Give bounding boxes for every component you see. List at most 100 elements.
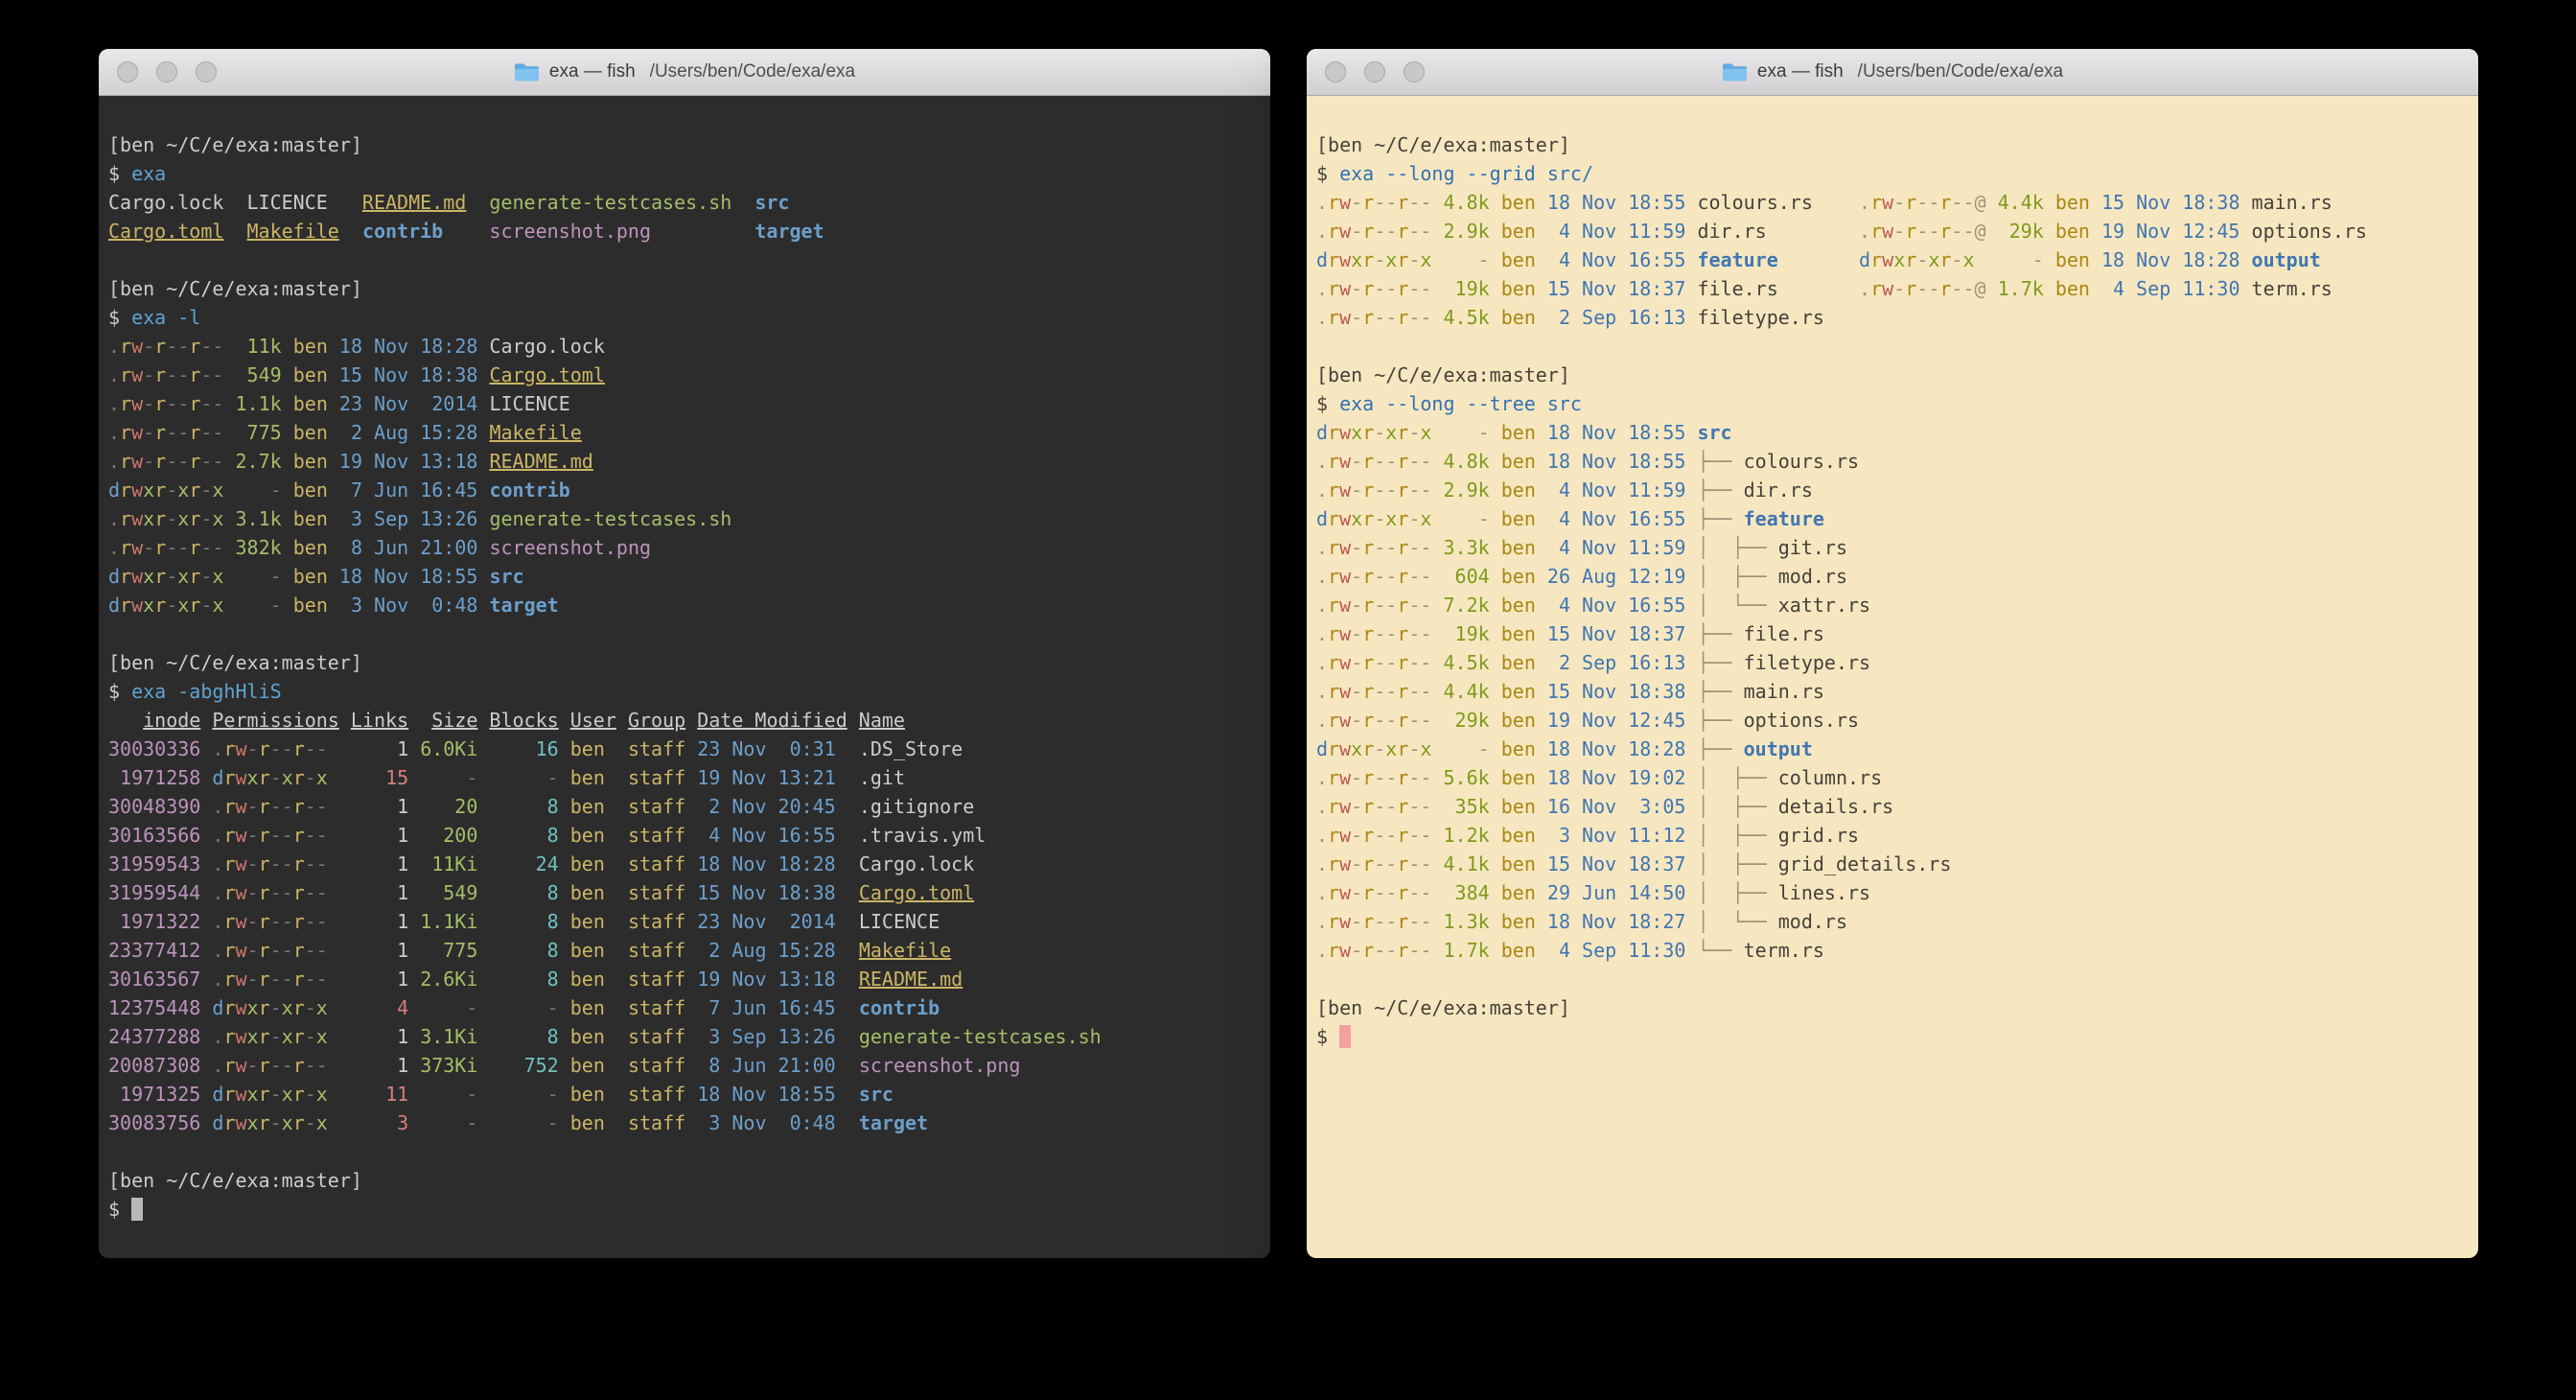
zoom-button[interactable] bbox=[1404, 61, 1425, 82]
permission-char: r bbox=[1397, 277, 1408, 300]
permission-char: w bbox=[1339, 939, 1351, 962]
text-span bbox=[559, 1054, 570, 1077]
permission-char: - bbox=[143, 363, 154, 386]
text-span bbox=[685, 852, 697, 875]
permission-char: - bbox=[1893, 191, 1905, 214]
text-span: Name bbox=[859, 709, 905, 732]
minimize-button[interactable] bbox=[156, 61, 177, 82]
text-span bbox=[1536, 737, 1547, 760]
minimize-button[interactable] bbox=[1364, 61, 1385, 82]
permission-char: - bbox=[1408, 737, 1420, 760]
permission-char: r bbox=[1362, 421, 1374, 444]
terminal-content[interactable]: [ben ~/C/e/exa:master]$ exa --long --gri… bbox=[1307, 96, 2478, 1258]
permission-char: r bbox=[189, 335, 200, 358]
titlebar[interactable]: exa — fish /Users/ben/Code/exa/exa bbox=[1307, 49, 2478, 96]
text-span: grid.rs bbox=[1778, 824, 1859, 847]
permission-char: - bbox=[316, 795, 328, 818]
permission-char: r bbox=[1362, 507, 1374, 530]
text-span: 18 Nov 18:28 bbox=[2101, 248, 2240, 271]
text-span: 1971322 bbox=[108, 910, 200, 933]
zoom-button[interactable] bbox=[196, 61, 217, 82]
permission-char: r bbox=[259, 737, 270, 760]
text-span bbox=[2240, 248, 2252, 271]
text-span: screenshot.png bbox=[489, 536, 651, 559]
text-span: 2.6Ki bbox=[420, 968, 477, 991]
text-span: 2 Nov 20:45 bbox=[697, 795, 836, 818]
permission-char: . bbox=[1859, 220, 1870, 243]
text-span: Cargo.toml bbox=[108, 220, 223, 243]
command-text: exa bbox=[131, 162, 166, 185]
permission-char: w bbox=[131, 392, 143, 415]
permission-char: r bbox=[189, 363, 200, 386]
permission-char: - bbox=[1385, 594, 1397, 617]
text-span bbox=[685, 766, 697, 789]
text-span bbox=[2044, 248, 2055, 271]
text-span bbox=[200, 709, 212, 732]
text-span: staff bbox=[628, 1054, 685, 1077]
text-span bbox=[200, 766, 212, 789]
text-span bbox=[836, 766, 859, 789]
text-span bbox=[559, 939, 570, 962]
permission-char: - bbox=[1385, 881, 1397, 904]
text-span: 3 Nov 0:48 bbox=[339, 594, 478, 617]
text-span: [ben ~/C/e/exa:master] bbox=[1316, 996, 1570, 1019]
permission-char: - bbox=[1374, 248, 1385, 271]
terminal-line: 12375448 drwxr-xr-x 4 - - ben staff 7 Ju… bbox=[108, 993, 1263, 1022]
permission-char: r bbox=[1905, 248, 1916, 271]
text-span bbox=[477, 881, 489, 904]
text-span bbox=[200, 996, 212, 1019]
text-span: details.rs bbox=[1778, 795, 1893, 818]
text-span: 4.4k bbox=[1998, 191, 2044, 214]
text-span: filetype.rs bbox=[1744, 651, 1870, 674]
permission-char: - bbox=[1385, 306, 1397, 329]
text-span bbox=[477, 795, 489, 818]
text-span bbox=[328, 1111, 397, 1134]
permission-char: - bbox=[166, 507, 177, 530]
permission-char: . bbox=[212, 881, 223, 904]
terminal-content[interactable]: [ben ~/C/e/exa:master]$ exaCargo.lock LI… bbox=[99, 96, 1270, 1258]
permission-char: r bbox=[1939, 277, 1951, 300]
close-button[interactable] bbox=[117, 61, 138, 82]
text-span bbox=[1536, 910, 1547, 933]
permission-char: . bbox=[1316, 824, 1328, 847]
text-span bbox=[108, 709, 143, 732]
text-span bbox=[1536, 766, 1547, 789]
permission-char: r bbox=[1362, 277, 1374, 300]
text-span bbox=[605, 1025, 628, 1048]
text-span bbox=[1536, 939, 1547, 962]
text-span bbox=[339, 220, 362, 243]
text-span bbox=[477, 594, 489, 617]
text-span bbox=[1536, 651, 1547, 674]
permission-char: d bbox=[1316, 737, 1328, 760]
permission-char: - bbox=[316, 939, 328, 962]
permission-char: - bbox=[1351, 306, 1362, 329]
text-span: ben bbox=[1501, 277, 1536, 300]
titlebar[interactable]: exa — fish /Users/ben/Code/exa/exa bbox=[99, 49, 1270, 96]
permission-char: - bbox=[200, 363, 212, 386]
text-span: ben bbox=[1501, 622, 1536, 645]
terminal-line: 30048390 .rw-r--r-- 1 20 8 ben staff 2 N… bbox=[108, 792, 1263, 821]
text-span bbox=[282, 392, 293, 415]
permission-char: - bbox=[247, 852, 259, 875]
terminal-line: .rw-r--r-- 4.5k ben 2 Sep 16:13 ├── file… bbox=[1316, 648, 2471, 677]
permission-char: w bbox=[1339, 565, 1351, 588]
text-span: 30163566 bbox=[108, 824, 200, 847]
close-button[interactable] bbox=[1325, 61, 1346, 82]
permission-char: . bbox=[1316, 277, 1328, 300]
text-span bbox=[408, 968, 420, 991]
permission-char: - bbox=[1408, 536, 1420, 559]
text-span bbox=[1536, 248, 1547, 271]
terminal-line: $ exa bbox=[108, 159, 1263, 188]
text-span: feature bbox=[1697, 248, 1777, 271]
permission-char: r bbox=[1362, 766, 1374, 789]
text-span bbox=[685, 737, 697, 760]
text-span bbox=[1431, 421, 1443, 444]
permission-char: r bbox=[259, 939, 270, 962]
text-span: output bbox=[2252, 248, 2321, 271]
permission-char: - bbox=[247, 939, 259, 962]
permission-char: w bbox=[235, 852, 246, 875]
permission-char: r bbox=[120, 507, 131, 530]
text-span: 31959543 bbox=[108, 852, 200, 875]
permission-char: - bbox=[1408, 191, 1420, 214]
permission-char: . bbox=[1316, 852, 1328, 875]
